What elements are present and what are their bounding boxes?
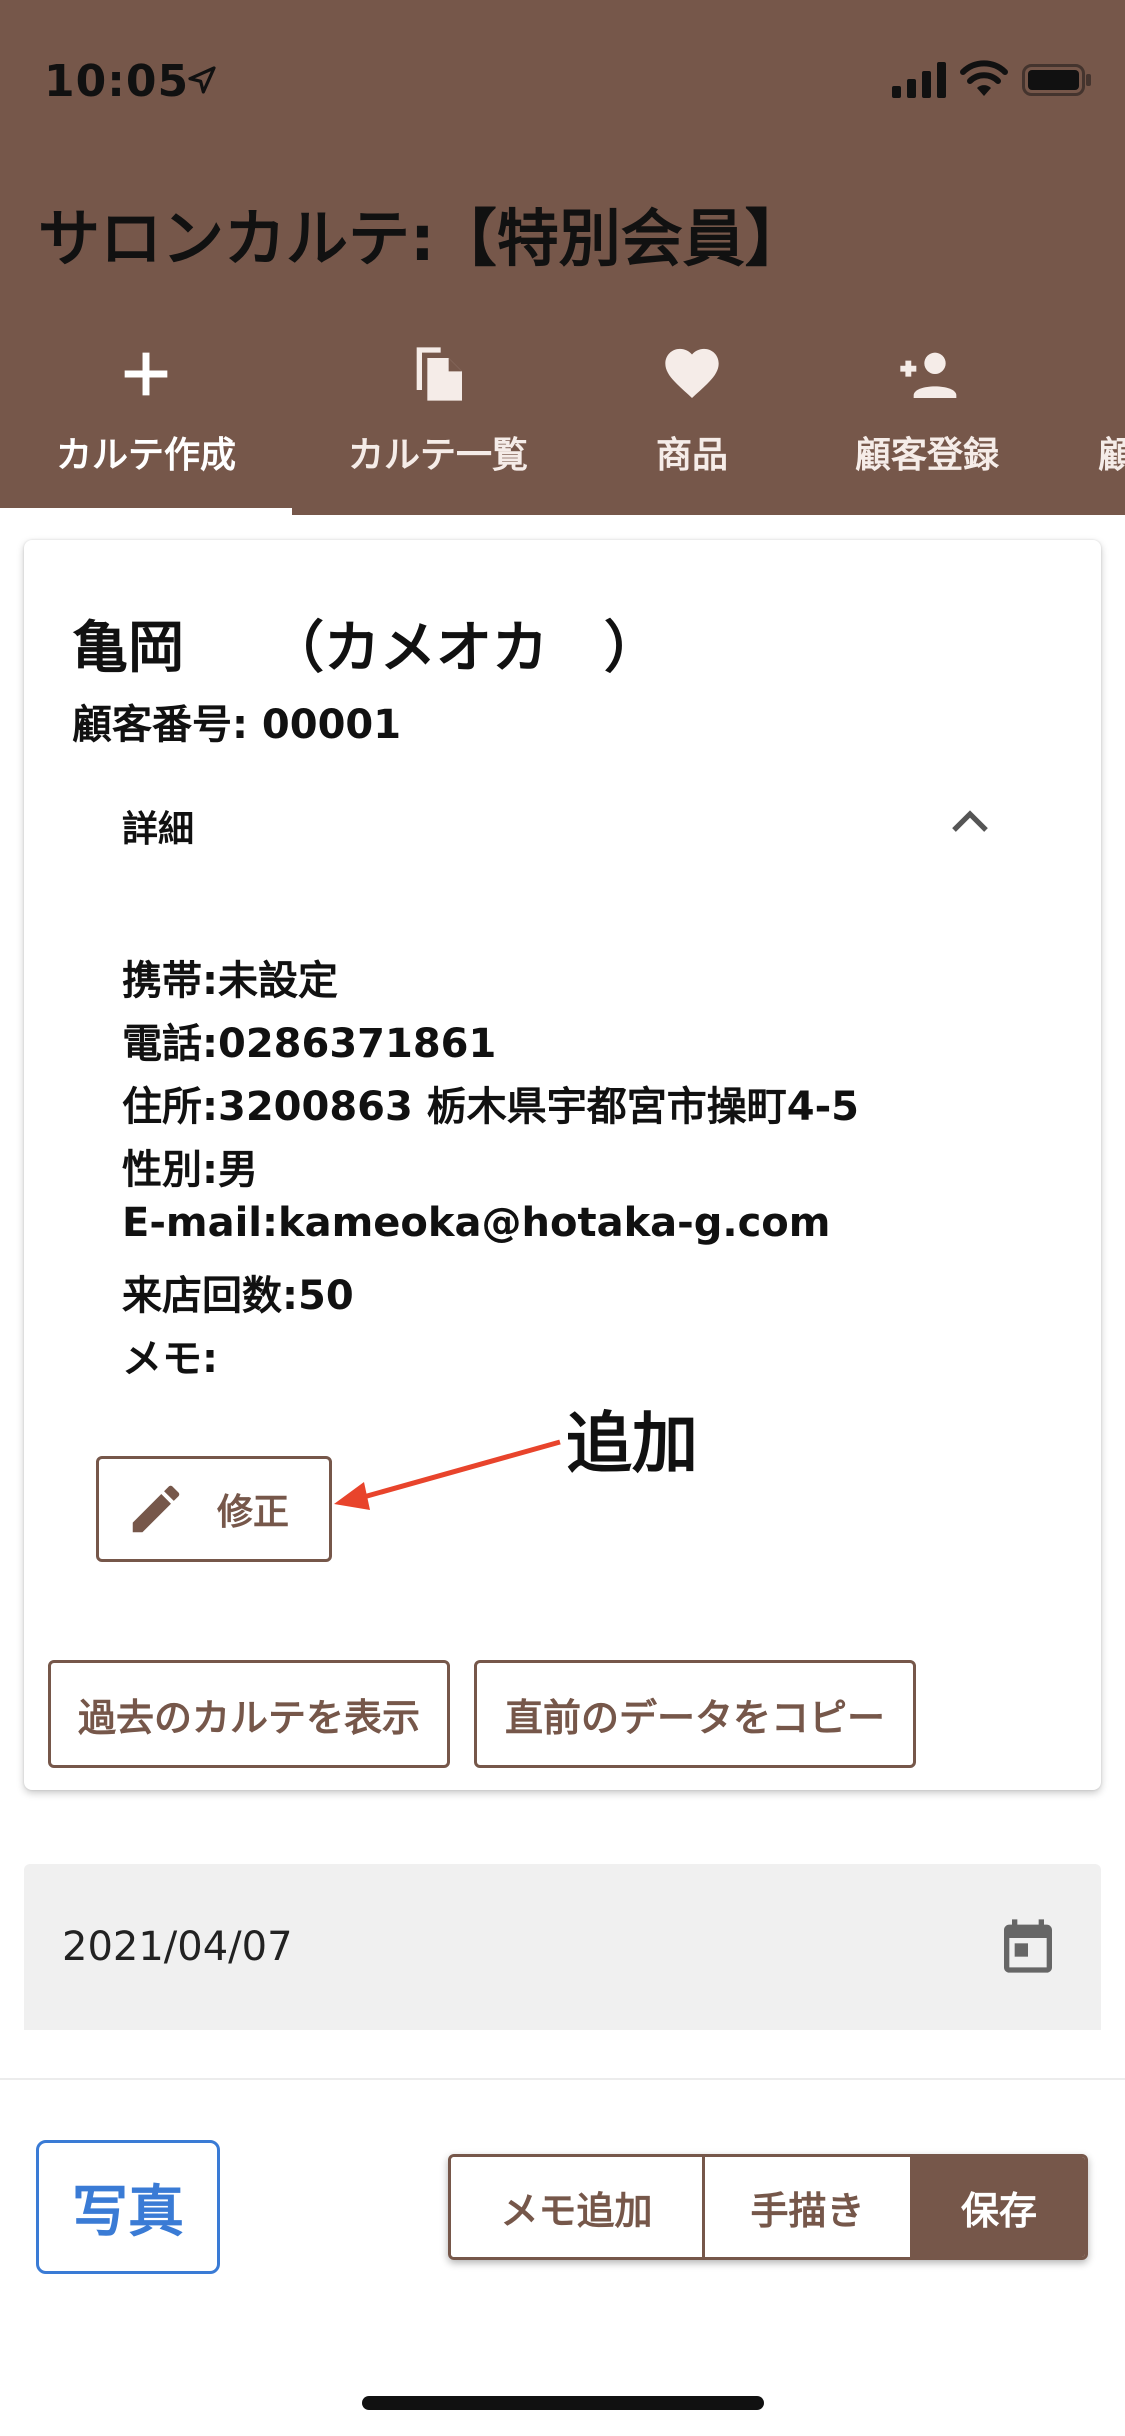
detail-address: 住所:3200863 栃木県宇都宮市操町4-5 (122, 1084, 860, 1130)
tab-label: 顧 (1098, 435, 1125, 476)
chevron-up-icon[interactable] (946, 800, 994, 840)
detail-memo: メモ: (122, 1336, 218, 1382)
tab-label: 顧客登録 (854, 435, 999, 476)
tab-label: カルテ作成 (55, 435, 236, 476)
detail-email: E-mail:kameoka@hotaka-g.com (122, 1200, 831, 1246)
handwrite-button[interactable]: 手描き (705, 2157, 913, 2257)
detail-phone: 電話:0286371861 (122, 1021, 497, 1067)
tab-label: カルテ一覧 (347, 435, 528, 476)
copy-previous-data-button[interactable]: 直前のデータをコピー (474, 1660, 916, 1768)
wifi-icon (960, 60, 1008, 96)
annotation-arrow-icon (334, 1439, 561, 1510)
home-indicator[interactable] (362, 2396, 764, 2410)
add-memo-button[interactable]: メモ追加 (451, 2157, 705, 2257)
pencil-icon (132, 1485, 180, 1533)
signal-icon (892, 62, 946, 98)
app-title: サロンカルテ:【特別会員】 (38, 202, 807, 275)
tab-label: 商品 (655, 435, 728, 476)
edit-button-label: 修正 (217, 1492, 290, 1533)
details-expander-label[interactable]: 詳細 (122, 800, 194, 852)
status-time: 10:05 (44, 56, 190, 107)
heart-icon (665, 348, 719, 398)
calendar-icon[interactable] (996, 1914, 1060, 1978)
show-past-karte-button[interactable]: 過去のカルテを表示 (48, 1660, 450, 1768)
detail-gender: 性別:男 (122, 1147, 258, 1193)
edit-button[interactable]: 修正 (96, 1456, 332, 1562)
customer-number: 顧客番号: 00001 (72, 702, 402, 748)
date-value[interactable]: 2021/04/07 (62, 1924, 293, 1970)
action-segment-group: メモ追加 手描き 保存 (448, 2154, 1088, 2260)
copy-file-icon (416, 347, 462, 401)
tab-karte-list[interactable]: カルテ一覧 (292, 330, 584, 515)
tab-products[interactable]: 商品 (584, 330, 800, 515)
detail-mobile: 携帯:未設定 (122, 958, 338, 1004)
photo-button[interactable]: 写真 (36, 2140, 220, 2274)
detail-visit-count: 来店回数:50 (122, 1273, 354, 1319)
tab-customer-register[interactable]: 顧客登録 (800, 330, 1054, 515)
add-person-icon (900, 352, 957, 398)
tab-karte-create[interactable]: カルテ作成 (0, 330, 292, 515)
tab-more[interactable]: 顧 (1098, 330, 1125, 515)
save-button[interactable]: 保存 (913, 2157, 1085, 2257)
battery-icon (1022, 64, 1091, 96)
plus-icon (124, 352, 168, 396)
customer-name: 亀岡 （カメオカ ） (72, 616, 660, 681)
active-tab-indicator (0, 508, 292, 515)
location-arrow-icon (188, 66, 216, 94)
